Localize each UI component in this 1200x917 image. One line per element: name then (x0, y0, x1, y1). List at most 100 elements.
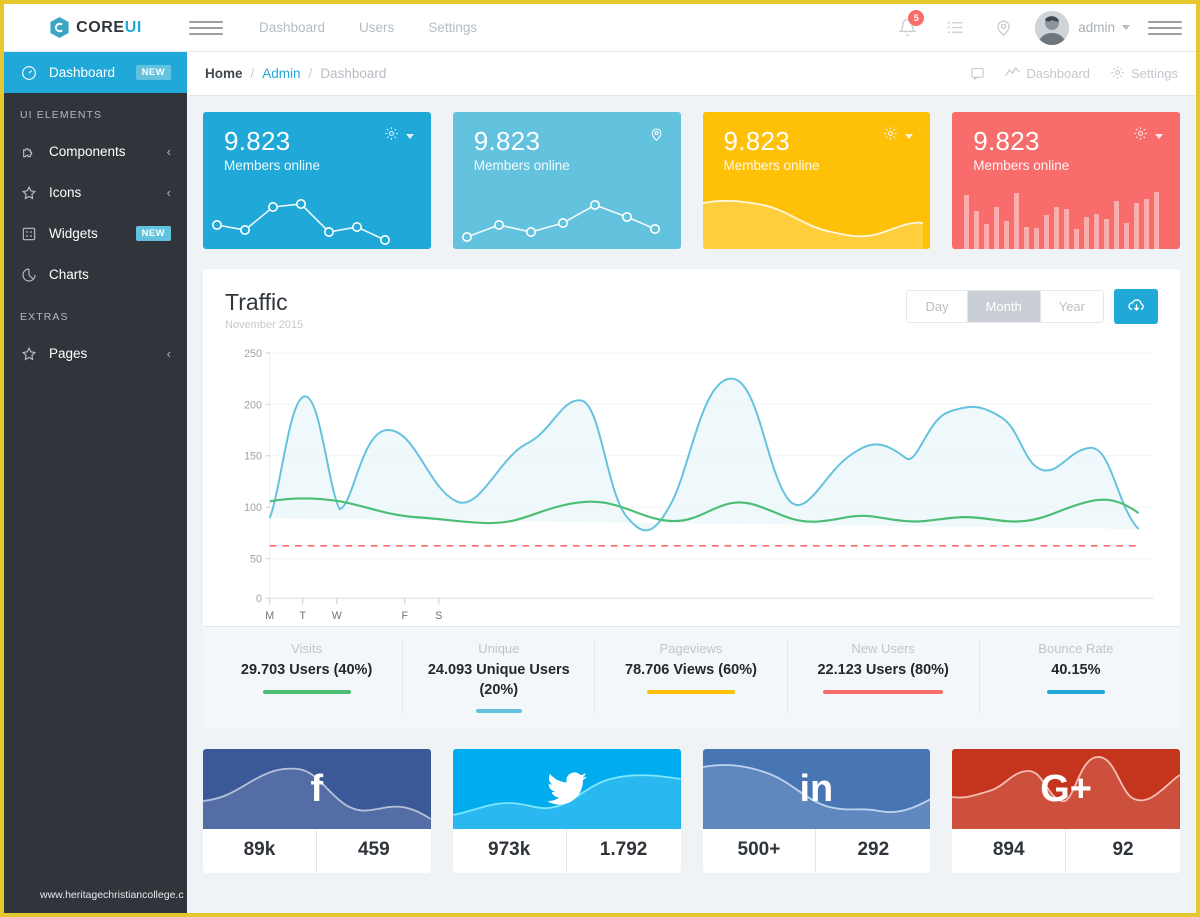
svg-text:50: 50 (250, 554, 262, 566)
coreui-hexagon-icon (49, 16, 70, 39)
stat-card-members-red[interactable]: 9.823 Members online (952, 112, 1180, 249)
stat-label: Bounce Rate (1038, 641, 1114, 656)
user-avatar[interactable] (1035, 10, 1070, 45)
svg-text:S: S (435, 610, 442, 622)
gear-icon[interactable] (883, 126, 898, 146)
svg-text:100: 100 (244, 502, 262, 514)
stat-card-members-yellow[interactable]: 9.823 Members online (702, 112, 931, 249)
location-pin-icon[interactable] (979, 4, 1027, 52)
sidebar-item-components[interactable]: Components ‹ (4, 131, 187, 172)
watermark-text: www.heritagechristiancollege.c (40, 889, 184, 901)
chevron-down-icon[interactable] (905, 133, 914, 139)
breadcrumb-action-dashboard[interactable]: Dashboard (1005, 66, 1090, 82)
sidebar-toggle-icon[interactable] (189, 20, 223, 35)
range-button-month[interactable]: Month (967, 291, 1041, 322)
star-icon (20, 345, 37, 362)
svg-text:M: M (265, 610, 274, 622)
topnav-item-dashboard[interactable]: Dashboard (259, 20, 325, 35)
social-card-twitter[interactable]: 973k 1.792 (452, 749, 681, 874)
breadcrumb-current: Dashboard (320, 66, 387, 81)
gear-icon[interactable] (384, 126, 399, 146)
username-label: admin (1078, 20, 1115, 35)
speedometer-icon (20, 64, 37, 81)
top-header: COREUI Dashboard Users Settings 5 admin (4, 4, 1196, 52)
stat-value: 24.093 Unique Users (20%) (427, 662, 570, 698)
sidebar-badge-new: NEW (135, 226, 171, 241)
social-metrics: 973k 1.792 (453, 829, 681, 874)
social-metrics: 894 92 (952, 829, 1180, 874)
svg-text:200: 200 (244, 399, 262, 411)
breadcrumb-action-label: Settings (1131, 66, 1178, 81)
sidebar-item-pages[interactable]: Pages ‹ (4, 333, 187, 374)
stat-label: New Users (851, 641, 915, 656)
page-content: 9.823 Members online 9.823 Members onlin… (187, 96, 1196, 913)
facebook-icon: f (310, 767, 324, 810)
panel-title: Traffic (225, 289, 288, 315)
sidebar-item-icons[interactable]: Icons ‹ (4, 172, 187, 213)
breadcrumb-actions: Dashboard Settings (970, 65, 1178, 83)
topnav-item-settings[interactable]: Settings (428, 20, 477, 35)
sidebar-item-charts[interactable]: Charts (4, 254, 187, 295)
traffic-controls: Day Month Year (906, 289, 1158, 324)
breadcrumb-admin[interactable]: Admin (262, 66, 300, 81)
social-card-header: G+ (952, 749, 1180, 830)
gear-icon[interactable] (1133, 126, 1148, 146)
social-metric-2: 459 (357, 839, 390, 861)
card-tools[interactable] (883, 126, 914, 146)
traffic-chart: 250 200 150 100 50 0 M T W F S (203, 331, 1180, 626)
sidebar-item-label: Dashboard (49, 65, 116, 80)
stat-label: Members online (973, 158, 1070, 173)
social-card-header (452, 749, 681, 830)
traffic-stat-visits: Visits 29.703 Users (40%) (211, 641, 404, 714)
stat-card-members-lightblue[interactable]: 9.823 Members online (452, 112, 681, 249)
svg-text:250: 250 (244, 348, 262, 360)
social-card-facebook[interactable]: f 89k 459 (203, 749, 431, 874)
card-tools[interactable] (649, 126, 664, 147)
chevron-left-icon: ‹ (166, 346, 171, 361)
cloud-download-icon (1127, 296, 1146, 318)
sidebar-item-label: Widgets (49, 226, 98, 241)
card-sparkline (212, 198, 391, 245)
graph-icon (1005, 66, 1021, 82)
topnav-item-users[interactable]: Users (359, 20, 394, 35)
download-button[interactable] (1114, 289, 1158, 324)
top-navigation: Dashboard Users Settings (259, 20, 477, 35)
traffic-stats-row: Visits 29.703 Users (40%) Unique 24.093 … (203, 626, 1180, 730)
aside-toggle-icon[interactable] (1148, 20, 1182, 35)
stat-card-members-blue[interactable]: 9.823 Members online (203, 112, 431, 249)
stat-value: 9.823 (473, 126, 541, 156)
tasks-list-icon[interactable] (931, 4, 979, 52)
sidebar-item-widgets[interactable]: Widgets NEW (4, 213, 187, 254)
location-pin-icon[interactable] (649, 126, 664, 147)
breadcrumb-action-settings[interactable]: Settings (1110, 65, 1178, 83)
social-metric-2: 92 (1112, 839, 1134, 861)
chevron-down-icon[interactable] (1155, 133, 1163, 139)
range-button-year[interactable]: Year (1040, 291, 1103, 322)
social-metrics: 89k 459 (203, 829, 431, 874)
breadcrumb-home[interactable]: Home (205, 66, 243, 81)
social-metric-1: 973k (453, 829, 567, 874)
svg-text:0: 0 (256, 593, 262, 605)
stat-progress-bar (646, 689, 735, 694)
stat-label: Members online (224, 158, 321, 173)
card-tools[interactable] (384, 126, 414, 146)
brand-logo[interactable]: COREUI (4, 4, 187, 52)
star-icon (20, 184, 37, 201)
social-metric-2: 1.792 (599, 839, 648, 861)
card-tools[interactable] (1133, 126, 1163, 146)
brand-core: CORE (76, 18, 125, 36)
svg-text:F: F (402, 610, 409, 622)
breadcrumb-separator: / (308, 66, 313, 81)
speech-bubble-icon[interactable] (970, 66, 985, 81)
social-card-google-plus[interactable]: G+ 894 92 (952, 749, 1180, 874)
chevron-down-icon[interactable] (1122, 25, 1130, 30)
range-button-day[interactable]: Day (907, 291, 968, 322)
notifications-bell-icon[interactable]: 5 (883, 4, 931, 52)
stat-value: 22.123 Users (80%) (817, 662, 949, 678)
traffic-stat-bounce-rate: Bounce Rate 40.15% (980, 641, 1172, 713)
traffic-stat-pageviews: Pageviews 78.706 Views (60%) (595, 641, 788, 714)
social-metrics: 500+ 292 (703, 829, 931, 874)
social-card-linkedin[interactable]: in 500+ 292 (702, 749, 931, 874)
chevron-down-icon[interactable] (405, 133, 414, 139)
sidebar-item-dashboard[interactable]: Dashboard NEW (4, 52, 187, 93)
